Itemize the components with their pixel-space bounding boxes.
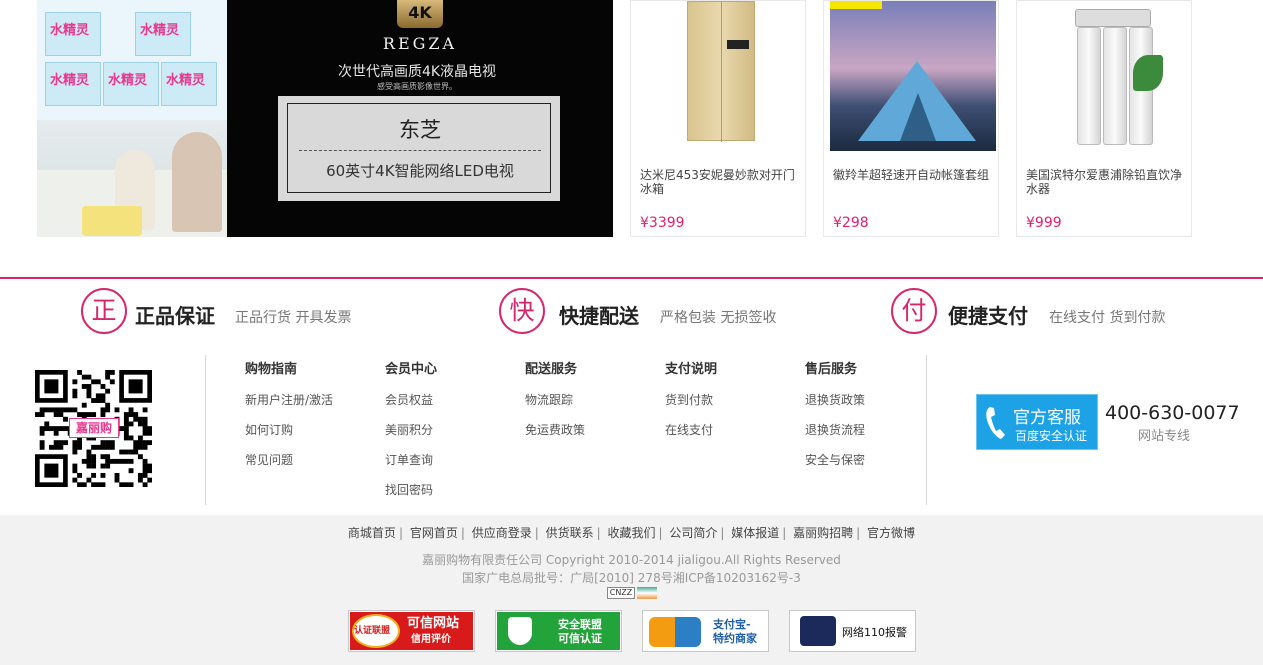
tv-card-subtitle: 60英寸4K智能网络LED电视 — [326, 162, 514, 180]
site-footer: 商城首页 | 官网首页 | 供应商登录 | 供货联系 | 收藏我们 | 公司简介 | 媒体报… — [0, 515, 1263, 665]
product-card-fridge[interactable]: 达米尼453安妮曼妙款对开门冰箱 ¥3399 — [630, 0, 806, 237]
shield-icon — [508, 617, 532, 645]
detergent-box: 水精灵 — [135, 12, 191, 56]
detergent-box: 水精灵 — [161, 62, 217, 106]
footer-nav-link[interactable]: 官方微博 — [867, 526, 915, 540]
product-price: ¥3399 — [640, 215, 685, 231]
cnzz-stats-badge[interactable]: CNZZ — [607, 587, 657, 599]
security-alliance-badge[interactable]: 安全联盟 可信认证 — [495, 610, 622, 652]
fridge-image — [637, 1, 803, 151]
footer-column-payment: 支付说明 货到付款 在线支付 — [665, 360, 795, 450]
product-name[interactable]: 美国滨特尔爱惠浦除铅直饮净水器 — [1026, 168, 1186, 196]
service-title: 官方客服 — [1013, 408, 1081, 428]
footer-nav-link[interactable]: 官网首页 — [410, 526, 458, 540]
phone-icon — [986, 407, 1005, 439]
footer-link[interactable]: 物流跟踪 — [525, 390, 655, 420]
footer-nav-link[interactable]: 嘉丽购招聘 — [793, 526, 853, 540]
footer-nav-link[interactable]: 商城首页 — [348, 526, 396, 540]
footer-nav-link[interactable]: 供货联系 — [546, 526, 594, 540]
footer-column-delivery: 配送服务 物流跟踪 免运费政策 — [525, 360, 655, 450]
police-icon — [800, 616, 836, 646]
footer-link[interactable]: 会员权益 — [385, 390, 515, 420]
divider — [926, 355, 927, 505]
water-filter-image — [1023, 1, 1189, 151]
footer-link[interactable]: 订单查询 — [385, 450, 515, 480]
column-title: 配送服务 — [525, 362, 578, 377]
guarantee-title: 便捷支付 — [948, 304, 1028, 328]
tv-brand-logo: REGZA — [382, 34, 458, 53]
delivery-icon: 快 — [499, 288, 545, 334]
footer-nav-link[interactable]: 供应商登录 — [472, 526, 532, 540]
footer-link[interactable]: 美丽积分 — [385, 420, 515, 450]
hotline-number: 400-630-0077 — [1105, 402, 1240, 424]
footer-nav: 商城首页 | 官网首页 | 供应商登录 | 供货联系 | 收藏我们 | 公司简介 | 媒体报… — [347, 526, 916, 540]
tv-promo-banner[interactable]: 4K REGZA 次世代高画质4K液晶电视 感受高画质影像世界。 东芝 60英寸… — [227, 0, 613, 237]
tv-info-card: 东芝 60英寸4K智能网络LED电视 — [278, 96, 560, 201]
footer-link[interactable]: 安全与保密 — [805, 450, 935, 480]
section-divider — [0, 277, 1263, 279]
footer-link[interactable]: 退换货流程 — [805, 420, 935, 450]
product-name[interactable]: 达米尼453安妮曼妙款对开门冰箱 — [640, 168, 800, 196]
genuine-icon: 正 — [81, 288, 127, 334]
footer-link[interactable]: 在线支付 — [665, 420, 795, 450]
product-name[interactable]: 徽羚羊超轻速开自动帐篷套组 — [833, 168, 993, 182]
footer-link[interactable]: 退换货政策 — [805, 390, 935, 420]
payment-icon: 付 — [891, 288, 937, 334]
footer-column-after-sales: 售后服务 退换货政策 退换货流程 安全与保密 — [805, 360, 935, 480]
footer-nav-link[interactable]: 收藏我们 — [607, 526, 655, 540]
column-title: 售后服务 — [805, 362, 858, 377]
puzzle-icon — [649, 617, 701, 647]
guarantee-title: 快捷配送 — [559, 304, 639, 328]
divider — [205, 355, 206, 505]
hotline-label: 网站专线 — [1138, 429, 1191, 444]
product-card-water-filter[interactable]: 美国滨特尔爱惠浦除铅直饮净水器 ¥999 — [1016, 0, 1192, 237]
detergent-box: 水精灵 — [45, 62, 101, 106]
icp-license-text: 国家广电总局批号：广局[2010] 278号湘ICP备10203162号-3 — [462, 571, 801, 585]
footer-link[interactable]: 如何订购 — [245, 420, 375, 450]
footer-link[interactable]: 免运费政策 — [525, 420, 655, 450]
column-title: 会员中心 — [385, 362, 438, 377]
tv-tagline: 次世代高画质4K液晶电视 — [337, 64, 497, 80]
cyber-police-badge[interactable]: 网络110报警 — [789, 610, 916, 652]
column-title: 购物指南 — [245, 362, 298, 377]
footer-column-member-center: 会员中心 会员权益 美丽积分 订单查询 找回密码 — [385, 360, 515, 510]
guarantee-subtitle: 严格包装 无损签收 — [660, 310, 777, 326]
qr-logo: 嘉丽购 — [69, 418, 119, 438]
footer-link[interactable]: 常见问题 — [245, 450, 375, 480]
tv-card-title: 东芝 — [399, 118, 441, 142]
tv-subtagline: 感受高画质影像世界。 — [377, 82, 457, 91]
product-price: ¥298 — [833, 215, 869, 231]
alipay-merchant-badge[interactable]: 支付宝- 特约商家 — [642, 610, 769, 652]
official-service-button[interactable]: 官方客服 百度安全认证 — [976, 394, 1098, 450]
footer-link[interactable]: 找回密码 — [385, 480, 515, 510]
guarantee-subtitle: 在线支付 货到付款 — [1049, 310, 1166, 326]
tent-image — [830, 1, 996, 151]
column-title: 支付说明 — [665, 362, 718, 377]
service-subtitle: 百度安全认证 — [1015, 429, 1088, 443]
family-photo — [37, 120, 227, 237]
detergent-promo-banner[interactable]: 水精灵 水精灵 水精灵 水精灵 水精灵 — [37, 0, 227, 237]
tv-4k-badge: 4K — [397, 0, 443, 28]
copyright-text: 嘉丽购物有限责任公司 Copyright 2010-2014 jialigou.… — [422, 553, 841, 567]
detergent-box: 水精灵 — [45, 12, 101, 56]
divider — [299, 150, 541, 151]
footer-column-shopping-guide: 购物指南 新用户注册/激活 如何订购 常见问题 — [245, 360, 375, 480]
footer-nav-link[interactable]: 媒体报道 — [731, 526, 779, 540]
product-price: ¥999 — [1026, 215, 1062, 231]
trusted-site-badge[interactable]: 认证联盟 可信网站 信用评价 — [348, 610, 475, 652]
product-card-tent[interactable]: 徽羚羊超轻速开自动帐篷套组 ¥298 — [823, 0, 999, 237]
footer-nav-link[interactable]: 公司简介 — [669, 526, 717, 540]
qr-code: 嘉丽购 — [35, 370, 152, 487]
detergent-box: 水精灵 — [103, 62, 159, 106]
guarantee-subtitle: 正品行货 开具发票 — [235, 310, 352, 326]
footer-link[interactable]: 货到付款 — [665, 390, 795, 420]
guarantee-title: 正品保证 — [135, 304, 215, 328]
footer-link[interactable]: 新用户注册/激活 — [245, 390, 375, 420]
